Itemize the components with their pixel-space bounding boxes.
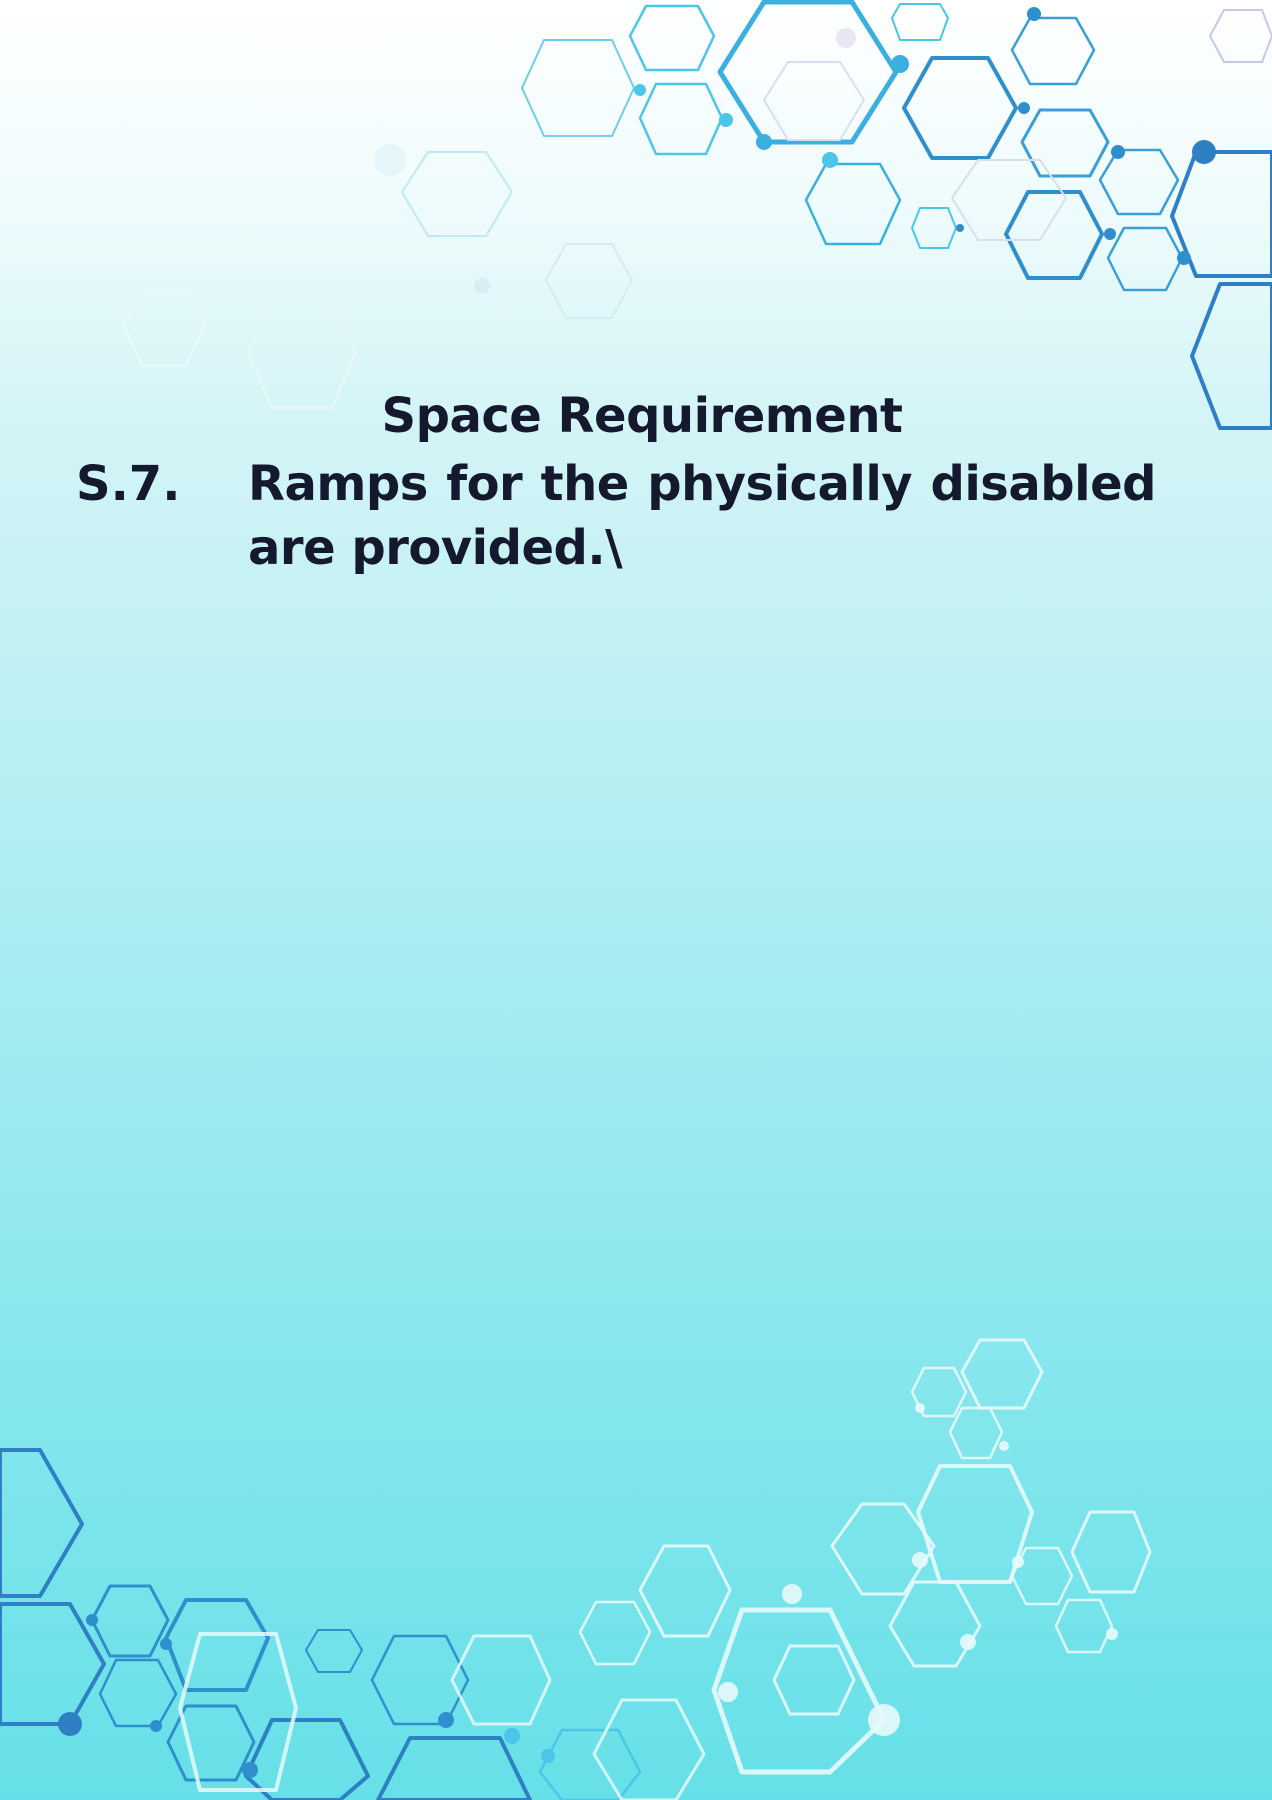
requirement-text: Ramps for the physically disabled are pr…: [248, 456, 1157, 576]
top-hexagon-cluster: [122, 0, 1272, 430]
top-node-dots: [374, 7, 1216, 294]
bottom-hexagon-cluster: [0, 1338, 1152, 1800]
document-page: Space Requirement S.7. Ramps for the phy…: [0, 0, 1272, 1800]
page-title: Space Requirement: [381, 388, 903, 444]
requirement-number: S.7.: [76, 456, 181, 512]
hexagon-decoration-background: [0, 0, 1272, 1800]
